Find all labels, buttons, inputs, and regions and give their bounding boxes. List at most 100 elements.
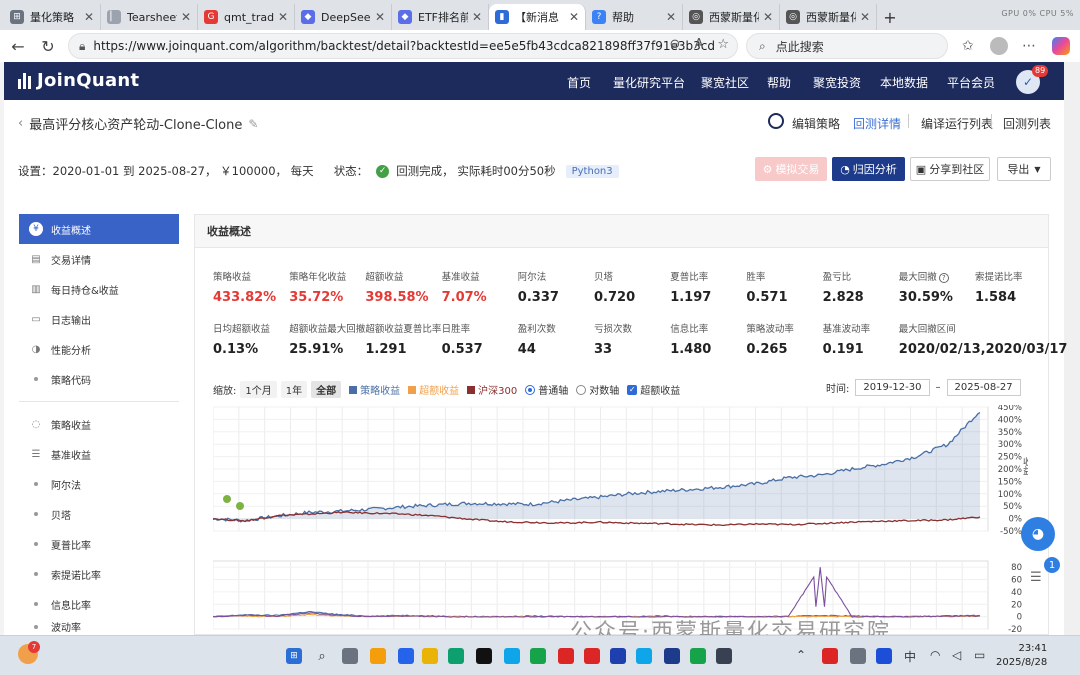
favorites-icon[interactable]: ✩ xyxy=(962,38,974,54)
chevron-up-icon[interactable]: ⌃ xyxy=(796,648,806,662)
task-view-icon[interactable] xyxy=(342,648,358,664)
list-icon[interactable]: ☰ xyxy=(1030,570,1042,585)
sidebar-item-alpha[interactable]: 阿尔法 xyxy=(19,469,179,499)
zoom-all-button[interactable]: 全部 xyxy=(311,381,342,398)
nav-research[interactable]: 量化研究平台 xyxy=(613,74,685,91)
close-icon[interactable]: ✕ xyxy=(569,10,579,24)
sidebar-item-positions[interactable]: ▥ 每日持仓&收益 xyxy=(19,274,179,304)
log-axis-radio[interactable] xyxy=(576,384,587,395)
close-icon[interactable]: ✕ xyxy=(84,10,94,24)
sidebar-item-volatility[interactable]: 波动率 xyxy=(19,618,179,635)
date-from-input[interactable]: 2019-12-30 xyxy=(855,379,930,396)
read-aloud-icon[interactable]: A xyxy=(694,37,703,52)
sidebar-item-strategy-return[interactable]: ◌ 策略收益 xyxy=(19,409,179,439)
edge-icon[interactable] xyxy=(504,648,520,664)
returns-chart[interactable]: 450% 400% 350% 300% 250% 200% 150% 100% 50% 0% -50… xyxy=(213,405,1028,633)
tab-edit-strategy[interactable]: 编辑策略 xyxy=(792,115,840,132)
sidebar-item-sortino[interactable]: 索提诺比率 xyxy=(19,559,179,589)
browser-tab-4[interactable]: ◆ ETF排名前 ✕ xyxy=(392,4,489,30)
tab-backtest-list[interactable]: 回测列表 xyxy=(1003,115,1051,132)
legend-strategy[interactable]: 策略收益 xyxy=(349,382,400,397)
url-field[interactable]: 🔒︎ https://www.joinquant.com/algorithm/b… xyxy=(68,33,738,59)
close-icon[interactable]: ✕ xyxy=(763,10,773,24)
reload-button[interactable]: ↻ xyxy=(34,32,62,60)
tab-compile-list[interactable]: 编译运行列表 xyxy=(921,115,993,132)
support-chat-button[interactable]: ◕ xyxy=(1021,517,1055,551)
browser-tab-3[interactable]: ◆DeepSeek✕ xyxy=(295,4,392,30)
copilot-icon[interactable] xyxy=(1052,37,1070,55)
browser-tab-8[interactable]: ◎ 西蒙斯量化 ✕ xyxy=(780,4,877,30)
wechat-icon[interactable] xyxy=(690,648,706,664)
sidebar-item-code[interactable]: 策略代码 xyxy=(19,364,179,394)
close-icon[interactable]: ✕ xyxy=(181,10,191,24)
edge-icon[interactable] xyxy=(448,648,464,664)
nav-help[interactable]: 帮助 xyxy=(767,74,791,91)
browser-tab-2[interactable]: Gqmt_trade✕ xyxy=(198,4,295,30)
browser-tab-5[interactable]: ▮ 【新消息 ✕ xyxy=(489,4,586,30)
new-tab-button[interactable]: + xyxy=(877,4,903,30)
sidebar-item-performance[interactable]: ◑ 性能分析 xyxy=(19,334,179,364)
app-icon[interactable] xyxy=(664,648,680,664)
search-input[interactable]: ⌕ 点此搜索 xyxy=(746,33,948,59)
mail-icon[interactable] xyxy=(398,648,414,664)
app-icon[interactable] xyxy=(610,648,626,664)
date-to-input[interactable]: 2025-08-27 xyxy=(946,379,1021,396)
sidebar-item-info-ratio[interactable]: 信息比率 xyxy=(19,589,179,619)
sim-trade-button[interactable]: ⚙ 模拟交易 xyxy=(755,157,827,181)
edit-pencil-icon[interactable]: ✎ xyxy=(248,117,258,131)
help-icon[interactable]: ? xyxy=(938,273,949,283)
nav-community[interactable]: 聚宽社区 xyxy=(701,74,749,91)
ime-indicator[interactable]: 中 xyxy=(904,648,916,665)
wps-icon[interactable] xyxy=(558,648,574,664)
zoom-1m-button[interactable]: 1个月 xyxy=(240,381,277,398)
zoom-1y-button[interactable]: 1年 xyxy=(280,381,308,398)
back-chevron-icon[interactable]: ‹ xyxy=(18,116,23,131)
bluetooth-icon[interactable] xyxy=(876,648,892,664)
nav-local-data[interactable]: 本地数据 xyxy=(880,74,928,91)
more-menu-icon[interactable]: ⋯ xyxy=(1022,38,1036,54)
wifi-icon[interactable]: ◠ xyxy=(930,648,940,662)
battery-icon[interactable]: ▭ xyxy=(974,648,985,662)
app-icon[interactable] xyxy=(716,648,732,664)
back-button[interactable]: ← xyxy=(4,32,32,60)
search-icon[interactable]: ⌕ xyxy=(314,648,330,664)
close-icon[interactable]: ✕ xyxy=(472,10,482,24)
favorite-star-icon[interactable]: ☆ xyxy=(717,37,729,52)
close-icon[interactable]: ✕ xyxy=(860,10,870,24)
site-logo[interactable]: JoinQuant xyxy=(18,70,139,91)
app-icon[interactable] xyxy=(370,648,386,664)
app-icon[interactable] xyxy=(476,648,492,664)
zoom-icon[interactable]: ⊖ xyxy=(670,37,681,52)
close-icon[interactable]: ✕ xyxy=(278,10,288,24)
tab-backtest-detail[interactable]: 回测详情 xyxy=(853,115,901,132)
profile-avatar[interactable] xyxy=(990,37,1008,55)
clock[interactable]: 23:41 2025/8/28 xyxy=(996,642,1047,670)
export-button[interactable]: 导出 ▼ xyxy=(997,157,1051,181)
nav-invest[interactable]: 聚宽投资 xyxy=(813,74,861,91)
app-icon[interactable] xyxy=(584,648,600,664)
tray-app-icon[interactable] xyxy=(850,648,866,664)
legend-excess[interactable]: 超额收益 xyxy=(408,382,459,397)
legend-hs300[interactable]: 沪深300 xyxy=(467,382,517,397)
attribution-button[interactable]: ◔ 归因分析 xyxy=(832,157,905,181)
close-icon[interactable]: ✕ xyxy=(375,10,385,24)
sidebar-item-beta[interactable]: 贝塔 xyxy=(19,499,179,529)
volume-icon[interactable]: ◁ xyxy=(952,648,961,662)
share-button[interactable]: ▣ 分享到社区 xyxy=(910,157,990,181)
browser-tab-0[interactable]: ⊞ 量化策略 ✕ xyxy=(4,4,101,30)
normal-axis-radio[interactable] xyxy=(525,384,536,395)
excess-checkbox[interactable]: ✓ xyxy=(627,384,638,395)
browser-tab-7[interactable]: ◎ 西蒙斯量化 ✕ xyxy=(683,4,780,30)
sidebar-item-sharpe[interactable]: 夏普比率 xyxy=(19,529,179,559)
browser-tab-6[interactable]: ? 帮助 ✕ xyxy=(586,4,683,30)
start-icon[interactable]: ⊞ xyxy=(286,648,302,664)
close-icon[interactable]: ✕ xyxy=(666,10,676,24)
nav-home[interactable]: 首页 xyxy=(567,74,591,91)
tray-app-icon[interactable] xyxy=(822,648,838,664)
nav-membership[interactable]: 平台会员 xyxy=(947,74,995,91)
sidebar-item-benchmark-return[interactable]: ☰ 基准收益 xyxy=(19,439,179,469)
sidebar-item-trades[interactable]: ▤ 交易详情 xyxy=(19,244,179,274)
browser-tab-1[interactable]: ▏ Tearsheet ✕ xyxy=(101,4,198,30)
sidebar-item-overview[interactable]: ¥ 收益概述 xyxy=(19,214,179,244)
sidebar-item-logs[interactable]: ▭ 日志输出 xyxy=(19,304,179,334)
